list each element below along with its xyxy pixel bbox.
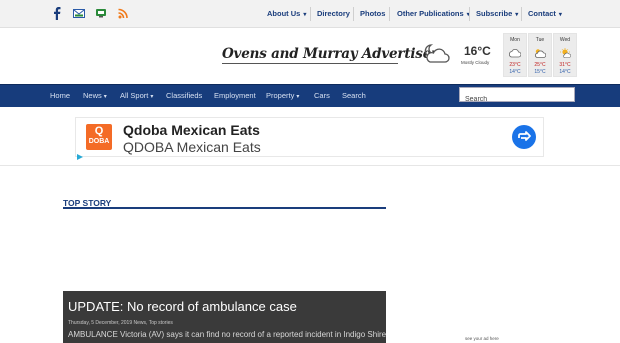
topnav-divider [389,7,390,21]
story-excerpt: AMBULANCE Victoria (AV) says it can find… [68,330,386,339]
topnav-directory[interactable]: Directory [317,9,350,18]
chevron-down-icon: ▾ [103,94,107,100]
email-icon[interactable] [72,6,86,20]
ad-choices-icon[interactable] [76,148,84,160]
story-meta: Thursday, 5 December, 2019 News, Top sto… [68,320,173,326]
nav-employment-label: Employment [214,91,256,100]
partly-cloudy-icon [534,45,547,63]
nav-all-sport-label: All Sport [120,91,149,100]
nav-cars[interactable]: Cars [314,91,330,100]
nav-home[interactable]: Home [50,91,70,100]
story-headline[interactable]: UPDATE: No record of ambulance case [68,299,297,314]
section-underline [63,207,386,209]
search-box [459,87,575,106]
nav-search[interactable]: Search [342,91,366,100]
forecast-low: 15°C [534,69,546,75]
top-story-card[interactable]: UPDATE: No record of ambulance case Thur… [63,291,386,343]
ad-title: Qdoba Mexican Eats [123,122,260,138]
topnav-photos[interactable]: Photos [360,9,385,18]
forecast-low: 14°C [509,69,521,75]
advertisement-banner[interactable]: Q DOBA Qdoba Mexican Eats QDOBA Mexican … [75,117,544,160]
app-icon[interactable] [94,6,108,20]
forecast-high: 23°C [509,62,521,68]
forecast-high: 25°C [534,62,546,68]
current-temperature: 16°C [464,44,491,58]
nav-news-label: News [83,91,102,100]
site-logo[interactable]: Ovens and Murray Advertiser [222,46,438,62]
topnav-divider [521,7,522,21]
nav-search-label: Search [342,91,366,100]
forecast-day: Wed 31°C 14°C [553,33,577,77]
sidebar-ad-text[interactable]: see your ad here [465,336,499,341]
topnav-about-us[interactable]: About Us ▾ [267,9,306,18]
forecast-day: Mon 23°C 14°C [503,33,527,77]
forecast-high: 31°C [559,62,571,68]
chevron-down-icon: ▾ [558,12,562,18]
nav-classifieds-label: Classifieds [166,91,203,100]
topnav-directory-label: Directory [317,9,350,18]
partly-cloudy-night-icon [422,42,450,69]
divider [0,165,620,166]
chevron-down-icon: ▾ [515,12,519,18]
nav-classifieds[interactable]: Classifieds [166,91,202,100]
nav-cars-label: Cars [314,91,330,100]
sunny-cloud-icon [559,45,572,63]
nav-home-label: Home [50,91,71,100]
topnav-divider [310,7,311,21]
forecast-day-name: Mon [510,37,520,43]
rss-icon[interactable] [116,6,130,20]
forecast-low: 14°C [559,69,571,75]
topnav-other-publications-label: Other Publications [397,9,464,18]
topnav-about-us-label: About Us [267,9,301,18]
current-weather-description: Mostly Cloudy [461,60,490,65]
chevron-down-icon: ▾ [296,94,300,100]
top-utility-bar: About Us ▾ Directory Photos Other Publica… [0,0,620,28]
facebook-icon[interactable] [50,6,64,20]
ad-subtitle: QDOBA Mexican Eats [123,139,261,155]
ad-logo-letter: Q [94,125,104,137]
topnav-other-publications[interactable]: Other Publications▾ [397,9,470,18]
topnav-photos-label: Photos [360,9,386,18]
forecast-day: Tue 25°C 15°C [528,33,552,77]
forecast-day-name: Wed [559,37,571,43]
nav-all-sport[interactable]: All Sport ▾ [120,91,153,100]
cloud-icon [508,45,522,63]
logo-underline [222,63,398,64]
topnav-divider [469,7,470,21]
search-input[interactable] [460,93,575,106]
topnav-contact[interactable]: Contact ▾ [528,9,562,18]
forecast-day-name: Tue [535,37,545,43]
directions-icon[interactable] [512,125,536,149]
ad-brand-logo: Q DOBA [86,124,112,150]
ad-logo-wordmark: DOBA [88,138,110,145]
topnav-divider [353,7,354,21]
chevron-down-icon: ▾ [303,12,307,18]
topnav-contact-label: Contact [528,9,556,18]
chevron-down-icon: ▾ [150,94,154,100]
nav-property[interactable]: Property ▾ [266,91,299,100]
nav-property-label: Property [266,91,295,100]
topnav-subscribe-label: Subscribe [476,9,513,18]
nav-news[interactable]: News ▾ [83,91,107,100]
topnav-subscribe[interactable]: Subscribe ▾ [476,9,518,18]
nav-employment[interactable]: Employment [214,91,256,100]
